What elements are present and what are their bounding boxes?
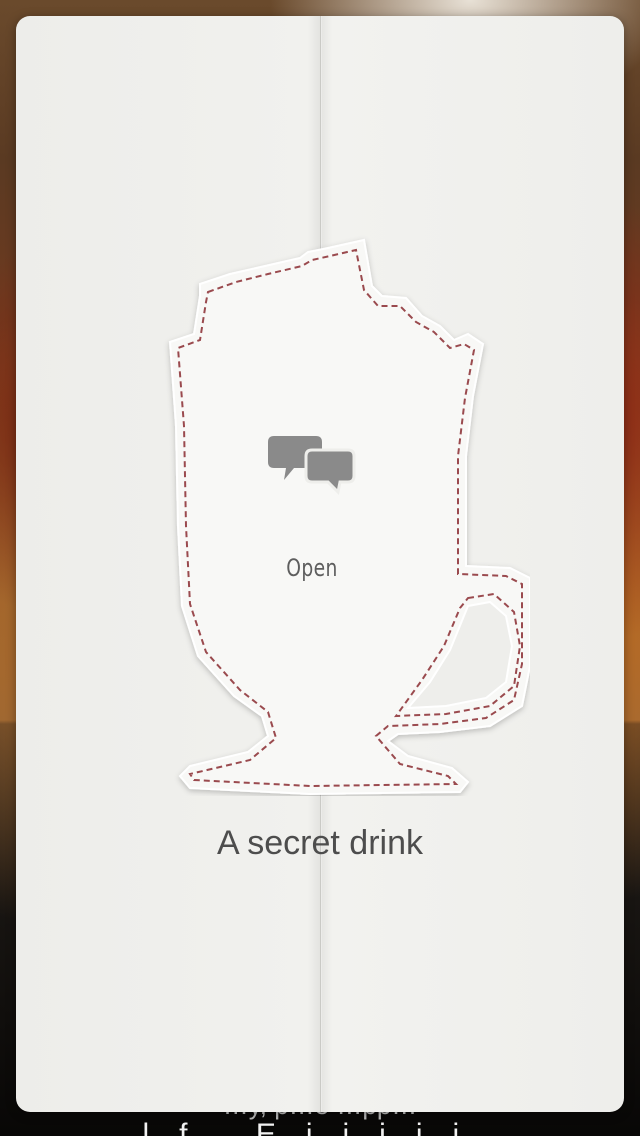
card-title: A secret drink	[217, 824, 423, 862]
open-button[interactable]: Open	[237, 554, 387, 582]
chat-bubbles-icon[interactable]	[268, 432, 356, 506]
secret-drink-card[interactable]: Open A secret drink	[16, 16, 624, 1112]
glass-mug-icon	[168, 238, 530, 796]
background-text-line-2: …l…f… …E…i…i…i…i…i… …	[112, 1118, 528, 1136]
